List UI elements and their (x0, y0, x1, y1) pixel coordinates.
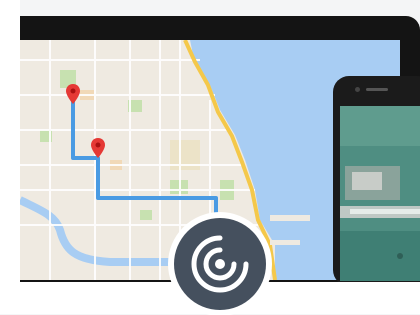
phone-device (333, 76, 420, 286)
hero-image-card (0, 0, 420, 314)
app-logo-badge (174, 218, 266, 310)
left-margin (0, 0, 20, 314)
map-pin-icon (66, 84, 80, 104)
map-pin-icon (91, 138, 105, 158)
radar-signal-icon (191, 235, 249, 293)
phone-camera (355, 87, 360, 92)
phone-speaker (366, 88, 388, 91)
phone-satellite-screen (340, 106, 420, 281)
satellite-map (340, 106, 420, 281)
